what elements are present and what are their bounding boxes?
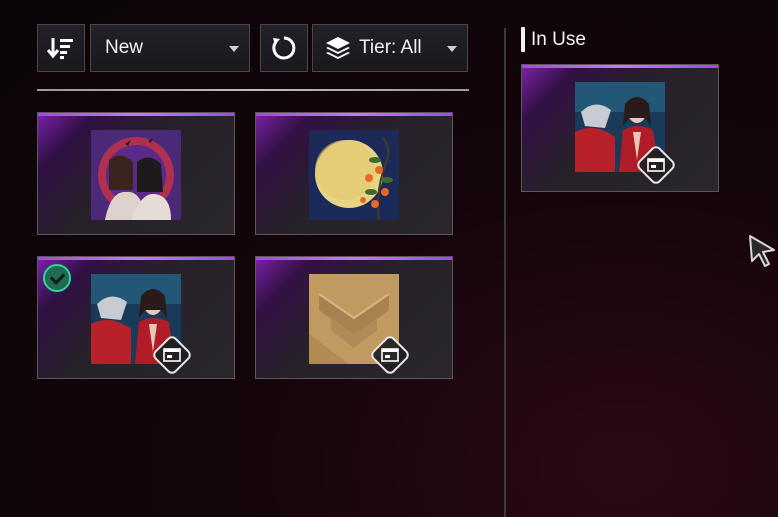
sort-descending-icon [47, 38, 73, 59]
sort-dropdown[interactable]: New [90, 24, 250, 72]
mouse-cursor-icon [749, 235, 775, 267]
checkmark-icon [43, 264, 71, 292]
sort-dropdown-value: New [105, 37, 144, 58]
panel-divider [504, 28, 506, 517]
item-thumbnail [91, 130, 181, 220]
inventory-item-card[interactable] [255, 256, 453, 379]
moon-persimmon-branch-art [309, 130, 399, 220]
refresh-icon [272, 36, 296, 60]
chevron-down-icon [447, 46, 457, 52]
inventory-item-card[interactable] [37, 112, 235, 235]
sort-order-button[interactable] [37, 24, 85, 72]
in-use-heading: In Use [521, 27, 586, 52]
chevron-down-icon [229, 46, 239, 52]
halloween-duo-portrait-art [91, 130, 181, 220]
tier-filter-dropdown[interactable]: Tier: All [312, 24, 468, 72]
tier-dropdown-value: Tier: All [359, 37, 422, 58]
inventory-item-card[interactable] [255, 112, 453, 235]
toolbar-divider [37, 89, 469, 91]
layers-icon [326, 37, 350, 59]
item-thumbnail [309, 130, 399, 220]
in-use-item-card[interactable] [521, 64, 719, 192]
refresh-button[interactable] [260, 24, 308, 72]
inventory-item-card-equipped[interactable] [37, 256, 235, 379]
